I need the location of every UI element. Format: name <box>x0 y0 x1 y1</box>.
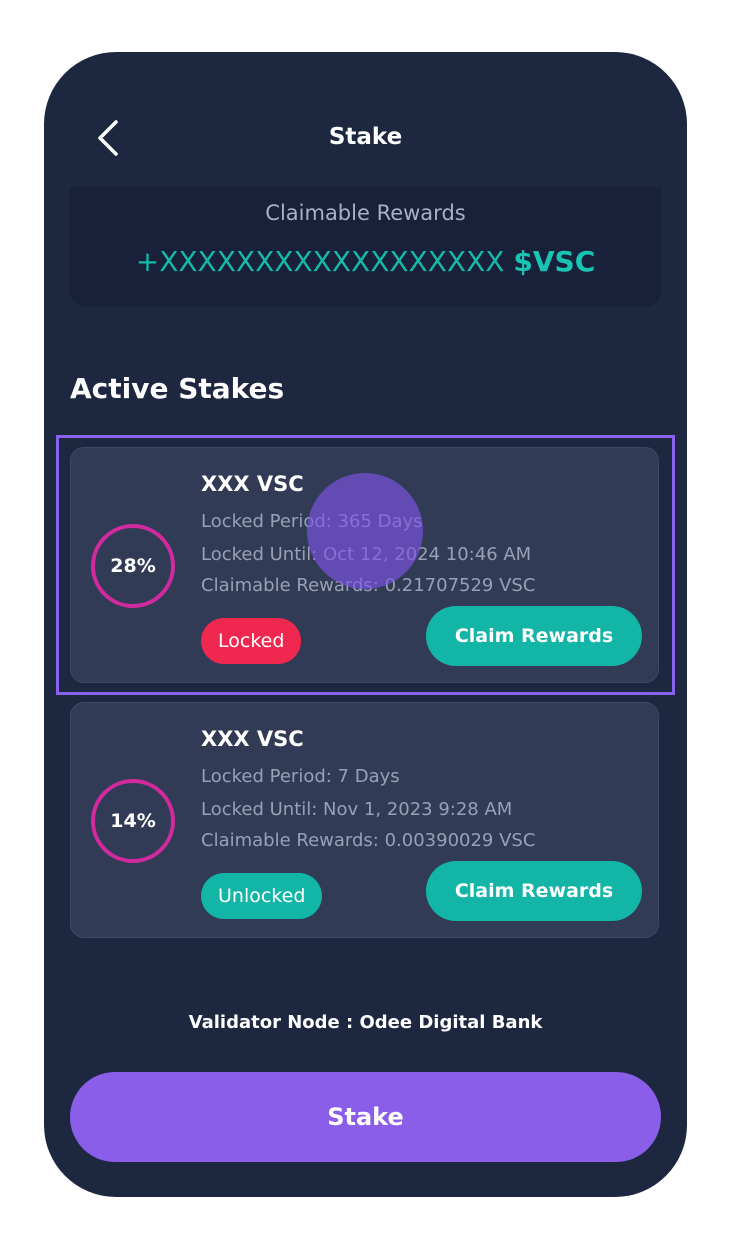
rewards-amount: +XXXXXXXXXXXXXXXXXX <box>135 245 505 278</box>
phone-screen: Stake Claimable Rewards +XXXXXXXXXXXXXXX… <box>44 52 687 1197</box>
progress-ring: 14% <box>91 779 175 863</box>
status-badge: Unlocked <box>201 873 323 919</box>
locked-period: Locked Period: 7 Days <box>201 766 400 787</box>
locked-until: Locked Until: Oct 12, 2024 10:46 AM <box>201 544 532 565</box>
stake-claimable-rewards: Claimable Rewards: 0.21707529 VSC <box>201 575 536 596</box>
stake-card[interactable]: 28% XXX VSC Locked Period: 365 Days Lock… <box>70 447 659 683</box>
progress-percent: 14% <box>110 810 156 832</box>
rewards-unit: $VSC <box>513 245 596 278</box>
stake-title: XXX VSC <box>201 727 304 751</box>
stake-button[interactable]: Stake <box>70 1072 661 1162</box>
locked-period: Locked Period: 365 Days <box>201 511 423 532</box>
claim-rewards-button[interactable]: Claim Rewards <box>426 861 642 921</box>
progress-percent: 28% <box>110 555 156 577</box>
page-title: Stake <box>328 124 403 150</box>
claimable-rewards-label: Claimable Rewards <box>265 201 466 225</box>
stake-card[interactable]: 14% XXX VSC Locked Period: 7 Days Locked… <box>70 702 659 938</box>
locked-until: Locked Until: Nov 1, 2023 9:28 AM <box>201 799 513 820</box>
validator-node-label: Validator Node : Odee Digital Bank <box>188 1012 543 1033</box>
status-badge: Locked <box>201 618 302 664</box>
stake-claimable-rewards: Claimable Rewards: 0.00390029 VSC <box>201 830 536 851</box>
header: Stake <box>44 52 687 187</box>
stake-title: XXX VSC <box>201 472 304 496</box>
claimable-rewards-panel: Claimable Rewards +XXXXXXXXXXXXXXXXXX $V… <box>70 187 661 307</box>
active-stakes-heading: Active Stakes <box>70 372 285 405</box>
progress-ring: 28% <box>91 524 175 608</box>
claimable-rewards-value: +XXXXXXXXXXXXXXXXXX $VSC <box>70 245 661 278</box>
claim-rewards-button[interactable]: Claim Rewards <box>426 606 642 666</box>
